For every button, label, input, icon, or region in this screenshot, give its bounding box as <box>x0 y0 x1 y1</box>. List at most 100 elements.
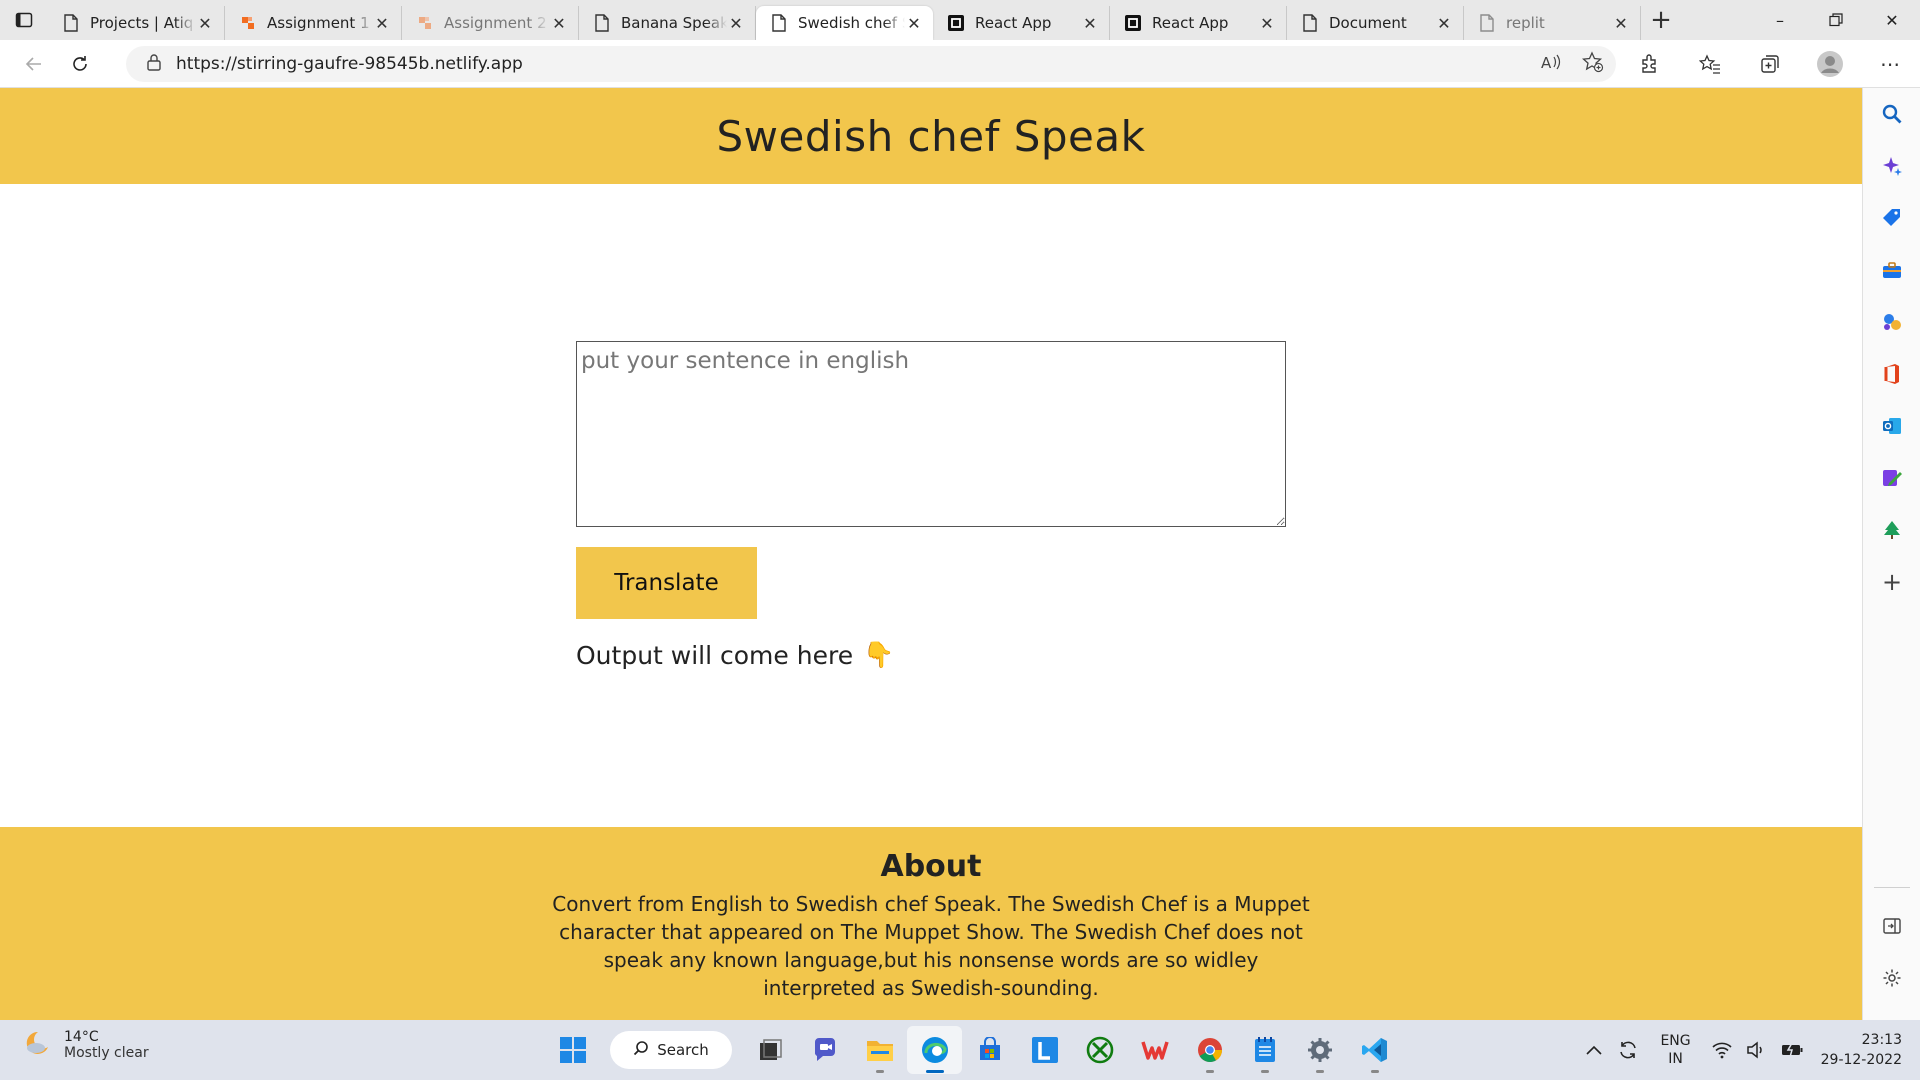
system-clock[interactable]: 23:13 29-12-2022 <box>1811 1030 1920 1070</box>
xbox-icon[interactable] <box>1072 1026 1127 1074</box>
close-tab-icon[interactable]: ✕ <box>905 14 923 33</box>
show-hidden-icons-chevron-up-icon[interactable] <box>1578 1043 1610 1057</box>
toolbar-right: ⋯ <box>1620 40 1920 88</box>
chrome-icon[interactable] <box>1182 1026 1237 1074</box>
close-tab-icon[interactable]: ✕ <box>1081 14 1099 33</box>
web-page: Swedish chef Speak Translate Output will… <box>0 88 1862 1020</box>
taskbar-search[interactable]: Search <box>610 1031 732 1069</box>
vscode-icon[interactable] <box>1347 1026 1402 1074</box>
address-url[interactable]: https://stirring-gaufre-98545b.netlify.a… <box>176 54 523 74</box>
tab-5[interactable]: Swedish chef Speak✕ <box>756 6 933 40</box>
file-explorer-icon[interactable] <box>852 1026 907 1074</box>
sync-icon[interactable] <box>1610 1039 1646 1061</box>
close-tab-icon[interactable]: ✕ <box>1612 14 1630 33</box>
tab-strip: Projects | Atiq ✕ Assignment 1 ✕ Assignment … <box>48 0 1641 40</box>
sidebar-add-icon[interactable]: + <box>1863 556 1920 608</box>
sidebar-shopping-tag-icon[interactable] <box>1863 192 1920 244</box>
tab-label: React App <box>975 14 1052 32</box>
back-button[interactable] <box>12 44 56 84</box>
output-area: Output will come here 👇 <box>576 640 894 670</box>
sidebar-hide-icon[interactable] <box>1863 900 1920 952</box>
main-content: Translate Output will come here 👇 <box>0 184 1862 824</box>
tab-2[interactable]: Assignment 1 ✕ <box>225 6 402 40</box>
extensions-icon[interactable] <box>1620 40 1680 88</box>
tab-label: Projects | Atiq <box>90 14 194 32</box>
sidebar-tools-icon[interactable] <box>1863 244 1920 296</box>
tab-label: React App <box>1152 14 1229 32</box>
system-tray: ENG IN 23:13 29-12-2022 <box>1578 1020 1920 1080</box>
language-code: ENG <box>1660 1033 1691 1049</box>
running-indicator <box>1370 1070 1379 1073</box>
wps-office-icon[interactable] <box>1127 1026 1182 1074</box>
notepad-icon[interactable] <box>1237 1026 1292 1074</box>
tab-6[interactable]: React App ✕ <box>933 6 1110 40</box>
site-header: Swedish chef Speak <box>0 88 1862 184</box>
address-bar[interactable]: https://stirring-gaufre-98545b.netlify.a… <box>126 46 1616 82</box>
sidebar-designer-icon[interactable] <box>1863 452 1920 504</box>
sidebar-sparkle-icon[interactable] <box>1863 140 1920 192</box>
start-button[interactable] <box>545 1026 600 1074</box>
running-indicator <box>1315 1070 1324 1073</box>
weather-temperature: 14°C <box>64 1029 99 1045</box>
task-view-icon[interactable] <box>742 1026 797 1074</box>
sidebar-settings-icon[interactable] <box>1863 952 1920 1004</box>
minimize-button[interactable]: – <box>1752 0 1808 40</box>
favorites-icon[interactable] <box>1680 40 1740 88</box>
translate-button[interactable]: Translate <box>576 547 757 619</box>
close-tab-icon[interactable]: ✕ <box>1258 14 1276 33</box>
teams-chat-icon[interactable] <box>797 1026 852 1074</box>
sidebar-search-icon[interactable] <box>1863 88 1920 140</box>
hashnode-icon <box>239 14 257 32</box>
tab-9[interactable]: replit ✕ <box>1464 6 1641 40</box>
settings-gear-icon[interactable] <box>1292 1026 1347 1074</box>
taskbar-apps: Search <box>545 1026 1402 1074</box>
close-tab-icon[interactable]: ✕ <box>550 14 568 33</box>
sidebar-office-icon[interactable] <box>1863 348 1920 400</box>
wifi-icon[interactable] <box>1705 1041 1739 1059</box>
react-app-icon <box>947 14 965 32</box>
microsoft-store-icon[interactable] <box>962 1026 1017 1074</box>
pointing-down-icon: 👇 <box>863 640 895 669</box>
svg-text:A: A <box>1541 54 1552 72</box>
lens-app-icon[interactable] <box>1017 1026 1072 1074</box>
tab-label: Assignment 2 <box>444 14 547 32</box>
edge-browser-icon[interactable] <box>907 1026 962 1074</box>
clock-date: 29-12-2022 <box>1820 1052 1902 1068</box>
sidebar-outlook-icon[interactable] <box>1863 400 1920 452</box>
window-controls: – ✕ <box>1752 0 1920 40</box>
sidebar-divider <box>1874 887 1910 888</box>
close-tab-icon[interactable]: ✕ <box>196 14 214 33</box>
page-icon <box>770 14 788 32</box>
tab-7[interactable]: React App ✕ <box>1110 6 1287 40</box>
add-favorite-icon[interactable] <box>1581 51 1604 77</box>
more-options-icon[interactable]: ⋯ <box>1860 40 1920 88</box>
tab-actions-icon[interactable] <box>0 0 48 40</box>
new-tab-button[interactable]: + <box>1641 0 1681 40</box>
close-tab-icon[interactable]: ✕ <box>373 14 391 33</box>
tab-4[interactable]: Banana Speak ✕ <box>579 6 756 40</box>
close-tab-icon[interactable]: ✕ <box>1435 14 1453 33</box>
restore-button[interactable] <box>1808 0 1864 40</box>
close-tab-icon[interactable]: ✕ <box>727 14 745 33</box>
tab-1[interactable]: Projects | Atiq ✕ <box>48 6 225 40</box>
english-input-textarea[interactable] <box>576 341 1286 527</box>
lock-icon[interactable] <box>146 53 162 75</box>
running-indicator <box>875 1070 884 1073</box>
profile-avatar-icon[interactable] <box>1800 40 1860 88</box>
collections-icon[interactable] <box>1740 40 1800 88</box>
refresh-button[interactable] <box>58 44 102 84</box>
sidebar-tree-icon[interactable] <box>1863 504 1920 556</box>
tab-8[interactable]: Document ✕ <box>1287 6 1464 40</box>
region-code: IN <box>1668 1051 1683 1067</box>
page-icon <box>1301 14 1319 32</box>
page-title: Swedish chef Speak <box>716 111 1146 161</box>
tab-3[interactable]: Assignment 2 ✕ <box>402 6 579 40</box>
tab-label: Assignment 1 <box>267 14 370 32</box>
language-indicator[interactable]: ENG IN <box>1646 1032 1704 1068</box>
battery-charging-icon[interactable] <box>1773 1041 1811 1059</box>
close-window-button[interactable]: ✕ <box>1864 0 1920 40</box>
weather-widget[interactable]: 14°C Mostly clear <box>22 1028 149 1062</box>
volume-icon[interactable] <box>1739 1041 1773 1059</box>
sidebar-games-icon[interactable] <box>1863 296 1920 348</box>
read-aloud-icon[interactable]: A <box>1540 52 1562 76</box>
